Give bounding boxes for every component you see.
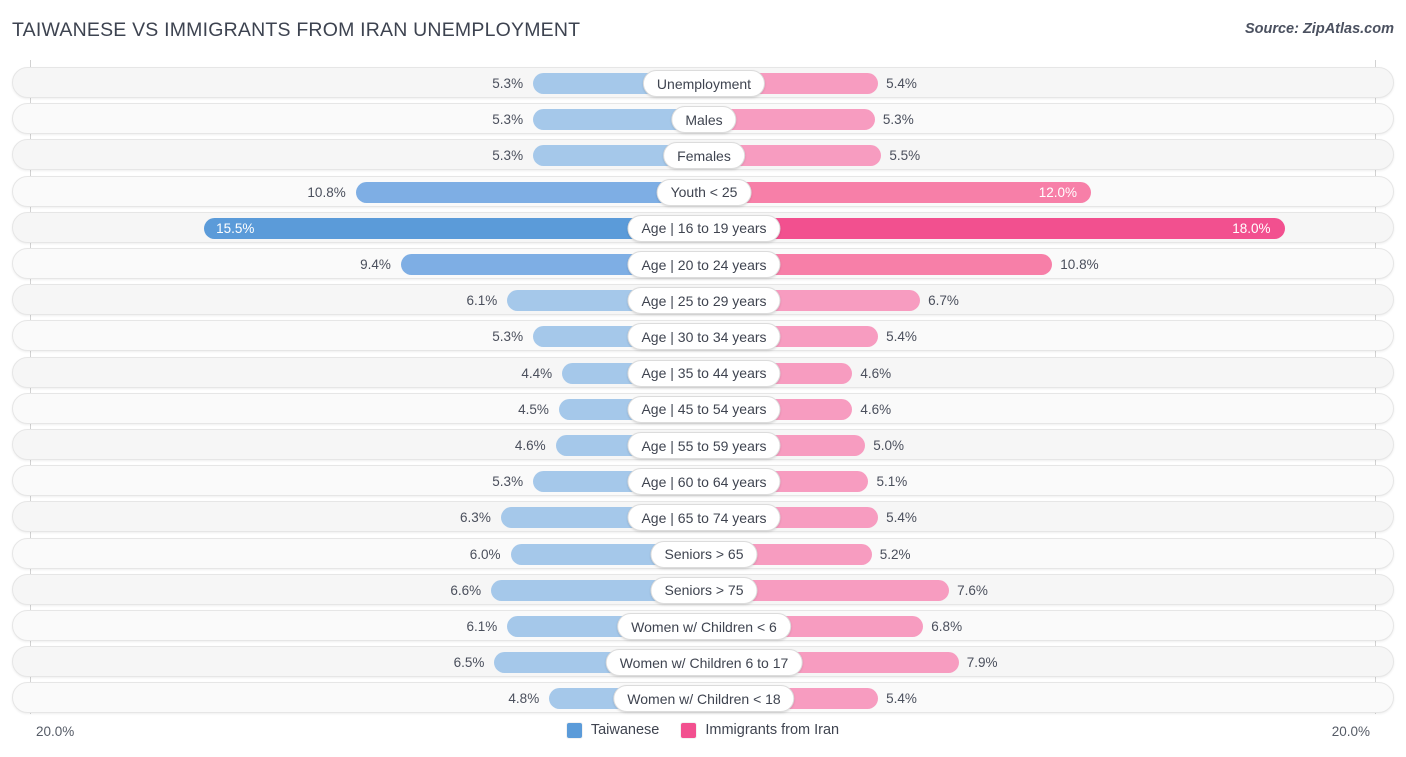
- table-row[interactable]: 15.5% 18.0% Age | 16 to 19 years: [12, 211, 1394, 243]
- category-label[interactable]: Women w/ Children 6 to 17: [605, 649, 803, 677]
- category-label[interactable]: Seniors > 75: [650, 576, 758, 604]
- table-row[interactable]: 6.3% 5.4% Age | 65 to 74 years: [12, 501, 1394, 533]
- legend-label: Taiwanese: [590, 722, 660, 738]
- page-title: TAIWANESE VS IMMIGRANTS FROM IRAN UNEMPL…: [12, 19, 581, 41]
- category-label[interactable]: Age | 20 to 24 years: [627, 251, 781, 278]
- value-label-taiwanese: 4.6%: [514, 438, 546, 453]
- bar-immigrants-from-iran: [704, 217, 1285, 239]
- category-label[interactable]: Age | 30 to 34 years: [627, 323, 781, 351]
- value-label-taiwanese: 4.4%: [521, 365, 553, 381]
- table-row[interactable]: 9.4% 10.8% Age | 20 to 24 years: [12, 248, 1394, 279]
- diverging-bar-chart: 5.3% 5.4% Unemployment 5.3% 5.3% Males 5.3% 5.5…: [0, 58, 1406, 716]
- value-label-immigrants-from-iran: 5.4%: [886, 76, 917, 91]
- chart-header: TAIWANESE VS IMMIGRANTS FROM IRAN UNEMPL…: [0, 0, 1406, 58]
- value-label-taiwanese: 6.0%: [469, 546, 501, 562]
- value-label-taiwanese: 6.5%: [453, 655, 485, 671]
- value-label-taiwanese: 9.4%: [360, 257, 391, 272]
- category-label[interactable]: Age | 45 to 54 years: [627, 395, 781, 423]
- value-label-immigrants-from-iran: 5.5%: [889, 148, 921, 164]
- value-label-immigrants-from-iran: 5.1%: [876, 474, 908, 490]
- category-label[interactable]: Age | 55 to 59 years: [627, 432, 781, 459]
- value-label-taiwanese: 6.6%: [450, 582, 482, 598]
- category-label[interactable]: Females: [663, 142, 745, 170]
- category-label[interactable]: Age | 25 to 29 years: [627, 287, 781, 315]
- category-label[interactable]: Males: [671, 106, 737, 134]
- table-row[interactable]: 4.4% 4.6% Age | 35 to 44 years: [12, 356, 1394, 388]
- table-row[interactable]: 5.3% 5.1% Age | 60 to 64 years: [12, 465, 1394, 497]
- value-label-immigrants-from-iran: 4.6%: [860, 401, 892, 417]
- value-label-immigrants-from-iran: 12.0%: [1038, 184, 1077, 200]
- table-row[interactable]: 10.8% 12.0% Youth < 25: [12, 175, 1394, 207]
- value-label-taiwanese: 6.1%: [466, 293, 498, 309]
- category-label[interactable]: Seniors > 65: [650, 540, 758, 568]
- legend-swatch-icon: [566, 722, 582, 738]
- value-label-taiwanese: 5.3%: [492, 474, 524, 490]
- value-label-immigrants-from-iran: 5.3%: [882, 112, 914, 128]
- table-row[interactable]: 6.6% 7.6% Seniors > 75: [12, 573, 1394, 605]
- source-attribution: Source: ZipAtlas.com: [1244, 21, 1394, 37]
- value-label-immigrants-from-iran: 5.4%: [886, 691, 917, 707]
- value-label-immigrants-from-iran: 4.6%: [860, 365, 892, 381]
- value-label-taiwanese: 15.5%: [216, 220, 255, 236]
- category-label[interactable]: Age | 65 to 74 years: [627, 504, 781, 532]
- value-label-taiwanese: 4.8%: [508, 691, 540, 707]
- bar-taiwanese: [355, 181, 704, 203]
- table-row[interactable]: 5.3% 5.4% Unemployment: [12, 67, 1394, 98]
- value-label-taiwanese: 5.3%: [492, 76, 524, 91]
- value-label-taiwanese: 6.3%: [460, 510, 491, 526]
- category-label[interactable]: Age | 35 to 44 years: [627, 359, 781, 387]
- legend-swatch-icon: [681, 722, 697, 738]
- table-row[interactable]: 4.8% 5.4% Women w/ Children < 18: [12, 682, 1394, 714]
- legend-item[interactable]: Taiwanese: [566, 722, 660, 738]
- value-label-immigrants-from-iran: 6.8%: [931, 619, 963, 634]
- table-row[interactable]: 4.5% 4.6% Age | 45 to 54 years: [12, 392, 1394, 424]
- value-label-immigrants-from-iran: 5.4%: [886, 510, 917, 526]
- category-label[interactable]: Unemployment: [642, 70, 766, 97]
- value-label-immigrants-from-iran: 5.0%: [873, 438, 905, 453]
- chart-footer: 20.0% 20.0% Taiwanese Immigrants from Ira…: [0, 716, 1406, 757]
- category-label[interactable]: Women w/ Children < 18: [613, 685, 795, 713]
- value-label-taiwanese: 5.3%: [492, 148, 524, 164]
- value-label-immigrants-from-iran: 6.7%: [928, 293, 959, 309]
- table-row[interactable]: 4.6% 5.0% Age | 55 to 59 years: [12, 429, 1394, 460]
- legend-label: Immigrants from Iran: [705, 722, 840, 738]
- value-label-taiwanese: 5.3%: [492, 112, 524, 128]
- table-row[interactable]: 6.0% 5.2% Seniors > 65: [12, 537, 1394, 569]
- table-row[interactable]: 5.3% 5.4% Age | 30 to 34 years: [12, 320, 1394, 352]
- value-label-immigrants-from-iran: 10.8%: [1060, 257, 1099, 272]
- value-label-taiwanese: 10.8%: [307, 184, 346, 200]
- bar-immigrants-from-iran: [704, 181, 1091, 203]
- value-label-taiwanese: 4.5%: [518, 401, 549, 417]
- value-label-taiwanese: 6.1%: [466, 619, 498, 634]
- chart-page: TAIWANESE VS IMMIGRANTS FROM IRAN UNEMPL…: [0, 0, 1406, 757]
- table-row[interactable]: 5.3% 5.3% Males: [12, 103, 1394, 135]
- value-label-immigrants-from-iran: 18.0%: [1232, 220, 1271, 236]
- value-label-taiwanese: 5.3%: [492, 329, 524, 345]
- table-row[interactable]: 6.1% 6.7% Age | 25 to 29 years: [12, 284, 1394, 316]
- table-row[interactable]: 5.3% 5.5% Females: [12, 139, 1394, 171]
- legend-item[interactable]: Immigrants from Iran: [681, 722, 839, 738]
- table-row[interactable]: 6.5% 7.9% Women w/ Children 6 to 17: [12, 646, 1394, 678]
- table-row[interactable]: 6.1% 6.8% Women w/ Children < 6: [12, 610, 1394, 641]
- category-label[interactable]: Women w/ Children < 6: [617, 613, 791, 640]
- chart-legend: Taiwanese Immigrants from Iran: [0, 722, 1406, 738]
- category-label[interactable]: Age | 16 to 19 years: [627, 214, 781, 242]
- category-label[interactable]: Age | 60 to 64 years: [627, 468, 781, 496]
- value-label-immigrants-from-iran: 7.9%: [966, 655, 998, 671]
- value-label-immigrants-from-iran: 7.6%: [957, 582, 988, 598]
- category-label[interactable]: Youth < 25: [656, 178, 752, 206]
- value-label-immigrants-from-iran: 5.4%: [886, 329, 917, 345]
- value-label-immigrants-from-iran: 5.2%: [879, 546, 911, 562]
